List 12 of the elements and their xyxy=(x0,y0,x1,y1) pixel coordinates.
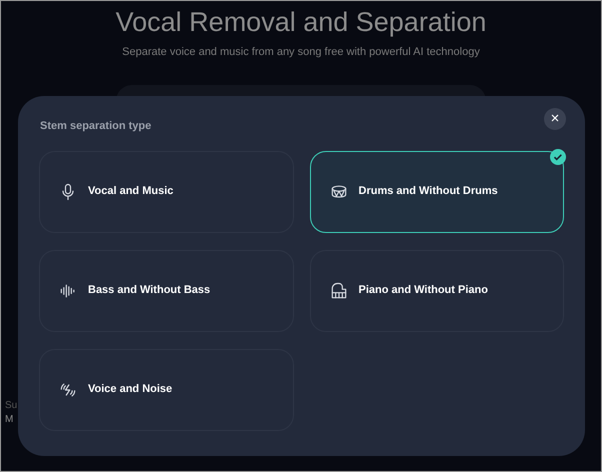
close-button[interactable]: × xyxy=(544,108,566,130)
background-label: Su xyxy=(5,399,18,413)
separation-option[interactable]: Drums and Without Drums xyxy=(310,150,564,232)
separation-option[interactable]: Piano and Without Piano xyxy=(310,250,564,332)
background-text: M xyxy=(5,413,14,427)
check-badge-icon xyxy=(550,148,566,164)
page-title: Vocal Removal and Separation xyxy=(116,6,486,38)
separation-option[interactable]: Bass and Without Bass xyxy=(39,250,294,332)
separation-option[interactable]: Vocal and Music xyxy=(39,150,294,232)
separation-option[interactable]: Voice and Noise xyxy=(39,348,294,430)
page-subtitle: Separate voice and music from any song free with powerful AI technology xyxy=(122,45,480,60)
dialog-title: Stem separation type xyxy=(39,119,152,134)
